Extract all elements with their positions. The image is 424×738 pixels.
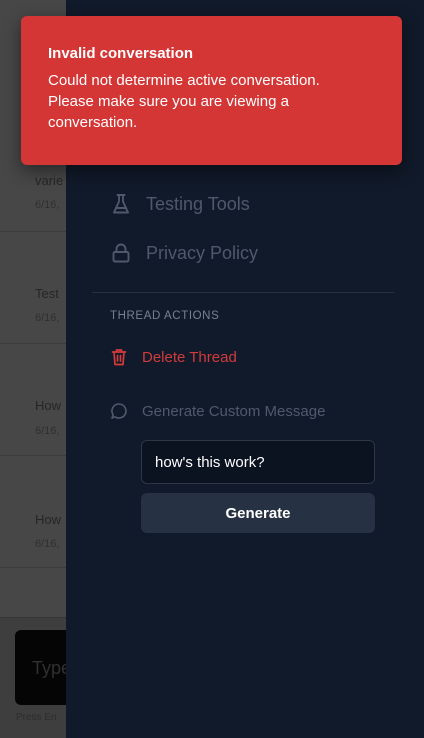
generate-button[interactable]: Generate [141,493,375,533]
menu-item-testing-tools[interactable]: Testing Tools [110,190,250,218]
delete-thread-label: Delete Thread [142,348,237,366]
list-item-title: How [35,398,62,413]
list-item-date: 6/16, [35,312,60,324]
menu-item-label: Privacy Policy [146,242,259,263]
flask-icon [110,193,132,215]
list-item-title: varie [35,173,64,188]
chat-bubble-icon [110,402,128,420]
generate-custom-message-label: Generate Custom Message [142,402,326,420]
custom-message-input[interactable] [141,440,375,484]
menu-item-label: Testing Tools [146,193,250,214]
list-item: How 6/16, [0,344,66,456]
background-input-placeholder: Type [32,658,66,678]
list-item-date: 6/16, [35,538,60,550]
toast-title: Invalid conversation [48,45,194,62]
menu-item-privacy-policy[interactable]: Privacy Policy [110,239,258,267]
generate-custom-message-option[interactable]: Generate Custom Message [110,400,325,422]
thread-actions-heading: THREAD ACTIONS [110,310,220,322]
list-item: How 6/16, [0,456,66,568]
background-composer: Type Press En [0,617,66,738]
list-item-date: 6/16, [35,199,60,211]
menu-divider [92,292,394,293]
error-toast[interactable]: Invalid conversation Could not determine… [21,16,402,165]
background-message-input: Type [15,630,66,705]
toast-message: Could not determine active conversation.… [48,72,320,131]
background-hint: Press En [16,712,57,723]
trash-icon [110,348,128,366]
list-item: Test 6/16, [0,232,66,344]
lock-icon [110,242,132,264]
list-item-title: How [35,512,62,527]
delete-thread-button[interactable]: Delete Thread [110,346,237,368]
list-item-title: Test [35,286,59,301]
list-item-date: 6/16, [35,425,60,437]
